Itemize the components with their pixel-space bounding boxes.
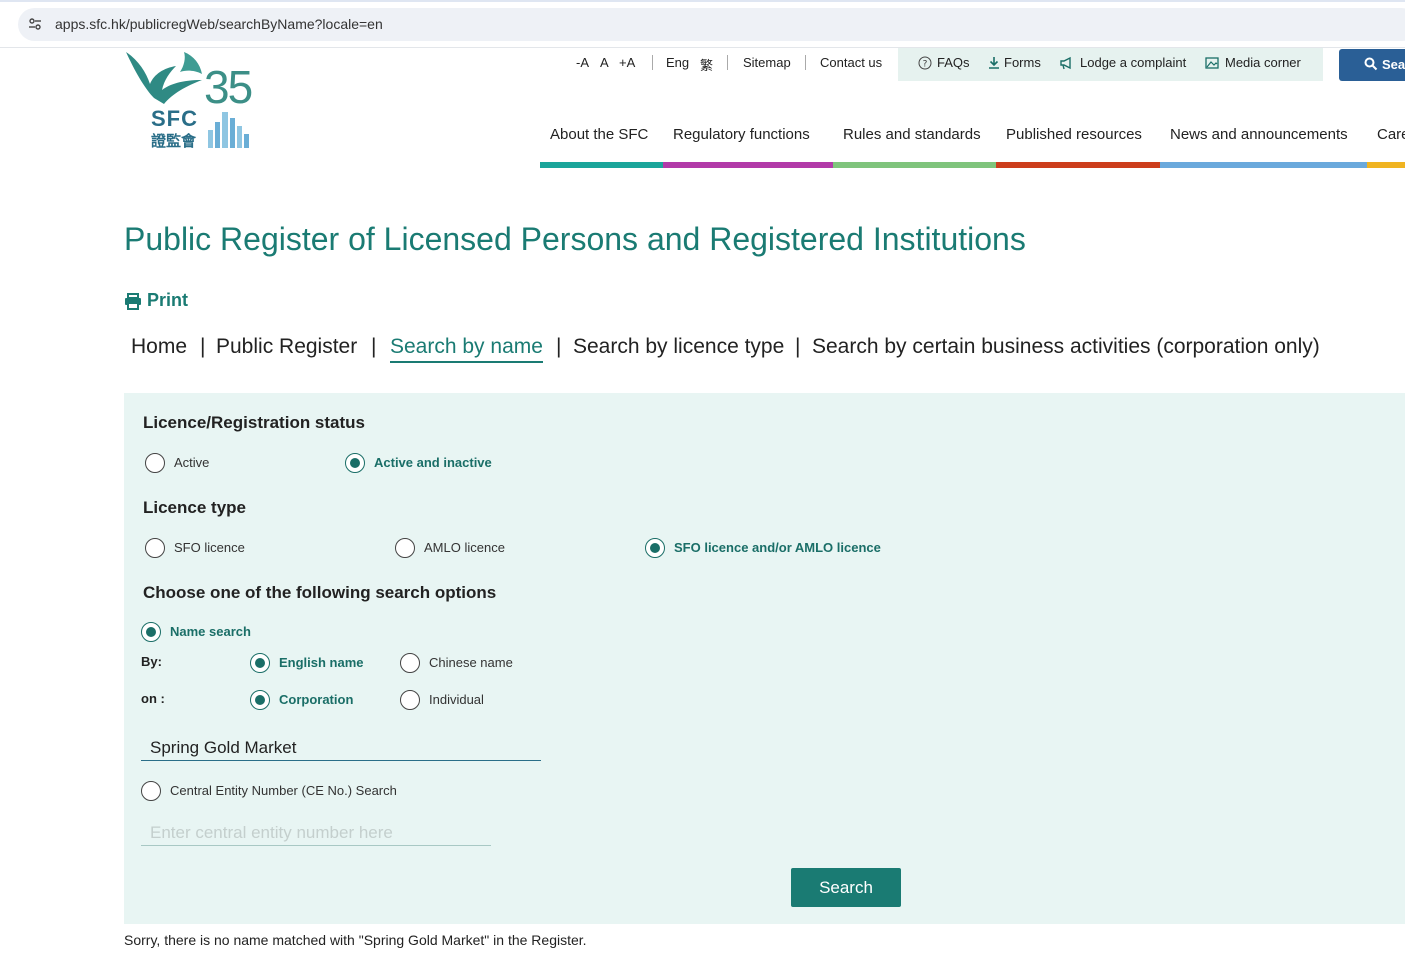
- url-text: apps.sfc.hk/publicregWeb/searchByName?lo…: [55, 16, 383, 32]
- corporation-radio[interactable]: [250, 690, 270, 710]
- crumb-home[interactable]: Home: [131, 335, 187, 359]
- logo-sfc-text: SFC: [151, 106, 198, 131]
- lang-chinese-link[interactable]: 繁: [700, 55, 713, 74]
- ce-number-search-radio[interactable]: [141, 781, 161, 801]
- divider: [727, 55, 728, 70]
- site-settings-icon[interactable]: [28, 17, 42, 31]
- media-corner-link[interactable]: Media corner: [1225, 55, 1301, 70]
- nav-underline-careers: [1367, 162, 1405, 168]
- licence-sfo-amlo-label[interactable]: SFO licence and/or AMLO licence: [674, 540, 881, 555]
- font-smaller-button[interactable]: -A: [576, 55, 589, 70]
- sitemap-link[interactable]: Sitemap: [743, 55, 791, 70]
- tab-search-by-name[interactable]: Search by name: [390, 335, 543, 363]
- ce-number-input[interactable]: [141, 820, 491, 846]
- crumb-separator: |: [795, 335, 801, 358]
- chinese-name-label[interactable]: Chinese name: [429, 655, 513, 670]
- page-title: Public Register of Licensed Persons and …: [124, 221, 1026, 257]
- nav-underline-published: [996, 162, 1160, 168]
- crumb-public-register[interactable]: Public Register: [216, 335, 357, 359]
- lodge-complaint-link[interactable]: Lodge a complaint: [1080, 55, 1186, 70]
- site-search-button[interactable]: Sear: [1339, 49, 1405, 81]
- font-normal-button[interactable]: A: [600, 55, 609, 70]
- nav-published-resources[interactable]: Published resources: [1006, 126, 1142, 143]
- search-options-heading: Choose one of the following search optio…: [143, 583, 497, 602]
- individual-label[interactable]: Individual: [429, 692, 484, 707]
- skyline-icon: [208, 112, 249, 148]
- divider: [652, 55, 653, 70]
- tab-search-by-licence-type[interactable]: Search by licence type: [573, 335, 784, 359]
- site-search-label: Sear: [1382, 57, 1405, 72]
- nav-underline-regulatory: [663, 162, 833, 168]
- download-icon: [989, 57, 999, 69]
- on-label: on :: [141, 691, 165, 706]
- status-active-label[interactable]: Active: [174, 455, 209, 470]
- browser-address-bar: apps.sfc.hk/publicregWeb/searchByName?lo…: [0, 0, 1405, 48]
- name-search-radio[interactable]: [141, 622, 161, 642]
- corporation-label[interactable]: Corporation: [279, 692, 353, 707]
- licence-amlo-radio[interactable]: [395, 538, 415, 558]
- name-search-label[interactable]: Name search: [170, 624, 251, 639]
- status-heading: Licence/Registration status: [143, 413, 366, 432]
- crumb-separator: |: [200, 335, 206, 358]
- licence-amlo-label[interactable]: AMLO licence: [424, 540, 505, 555]
- contact-link[interactable]: Contact us: [820, 55, 882, 70]
- divider: [805, 55, 806, 70]
- search-icon: [1364, 57, 1378, 71]
- nav-news-announcements[interactable]: News and announcements: [1170, 126, 1348, 143]
- licence-sfo-amlo-radio[interactable]: [645, 538, 665, 558]
- search-button[interactable]: Search: [791, 868, 901, 907]
- name-search-input[interactable]: [141, 735, 541, 761]
- english-name-label[interactable]: English name: [279, 655, 364, 670]
- lang-english-link[interactable]: Eng: [666, 55, 689, 70]
- logo-35: 35: [204, 61, 253, 113]
- ce-number-search-label[interactable]: Central Entity Number (CE No.) Search: [170, 783, 397, 798]
- logo-chinese-text: 證監會: [151, 133, 197, 150]
- tab-strip-edge: [0, 0, 1405, 2]
- svg-text:?: ?: [923, 60, 928, 70]
- english-name-radio[interactable]: [250, 653, 270, 673]
- nav-about[interactable]: About the SFC: [550, 126, 648, 143]
- nav-regulatory-functions[interactable]: Regulatory functions: [673, 126, 810, 143]
- quick-links-bar: ? FAQs Forms Lodge a complaint Media cor…: [898, 48, 1323, 81]
- status-active-radio[interactable]: [145, 453, 165, 473]
- no-match-message: Sorry, there is no name matched with "Sp…: [124, 932, 587, 948]
- individual-radio[interactable]: [400, 690, 420, 710]
- status-active-inactive-radio[interactable]: [345, 453, 365, 473]
- status-active-inactive-label[interactable]: Active and inactive: [374, 455, 492, 470]
- licence-type-heading: Licence type: [143, 498, 246, 517]
- licence-sfo-radio[interactable]: [145, 538, 165, 558]
- sfc-logo[interactable]: 35 SFC 證監會: [124, 50, 264, 150]
- nav-rules-standards[interactable]: Rules and standards: [843, 126, 981, 143]
- nav-underline-about: [540, 162, 663, 168]
- print-label: Print: [147, 290, 189, 310]
- eagle-icon: [126, 52, 202, 104]
- crumb-separator: |: [556, 335, 562, 358]
- chinese-name-radio[interactable]: [400, 653, 420, 673]
- faqs-link[interactable]: FAQs: [937, 55, 970, 70]
- nav-careers[interactable]: Care: [1377, 126, 1405, 143]
- printer-icon: [125, 293, 141, 310]
- question-circle-icon: ?: [918, 56, 932, 70]
- image-icon: [1205, 57, 1219, 69]
- search-form-panel: Licence/Registration status Active Activ…: [124, 393, 1405, 924]
- licence-sfo-label[interactable]: SFO licence: [174, 540, 245, 555]
- nav-underline-news: [1160, 162, 1367, 168]
- font-larger-button[interactable]: +A: [619, 55, 635, 70]
- forms-link[interactable]: Forms: [1004, 55, 1041, 70]
- tab-search-by-business-activities[interactable]: Search by certain business activities (c…: [812, 335, 1320, 359]
- megaphone-icon: [1060, 56, 1071, 70]
- nav-underline-rules: [833, 162, 996, 168]
- crumb-separator: |: [371, 335, 377, 358]
- by-label: By:: [141, 654, 162, 669]
- url-field[interactable]: apps.sfc.hk/publicregWeb/searchByName?lo…: [18, 8, 1405, 41]
